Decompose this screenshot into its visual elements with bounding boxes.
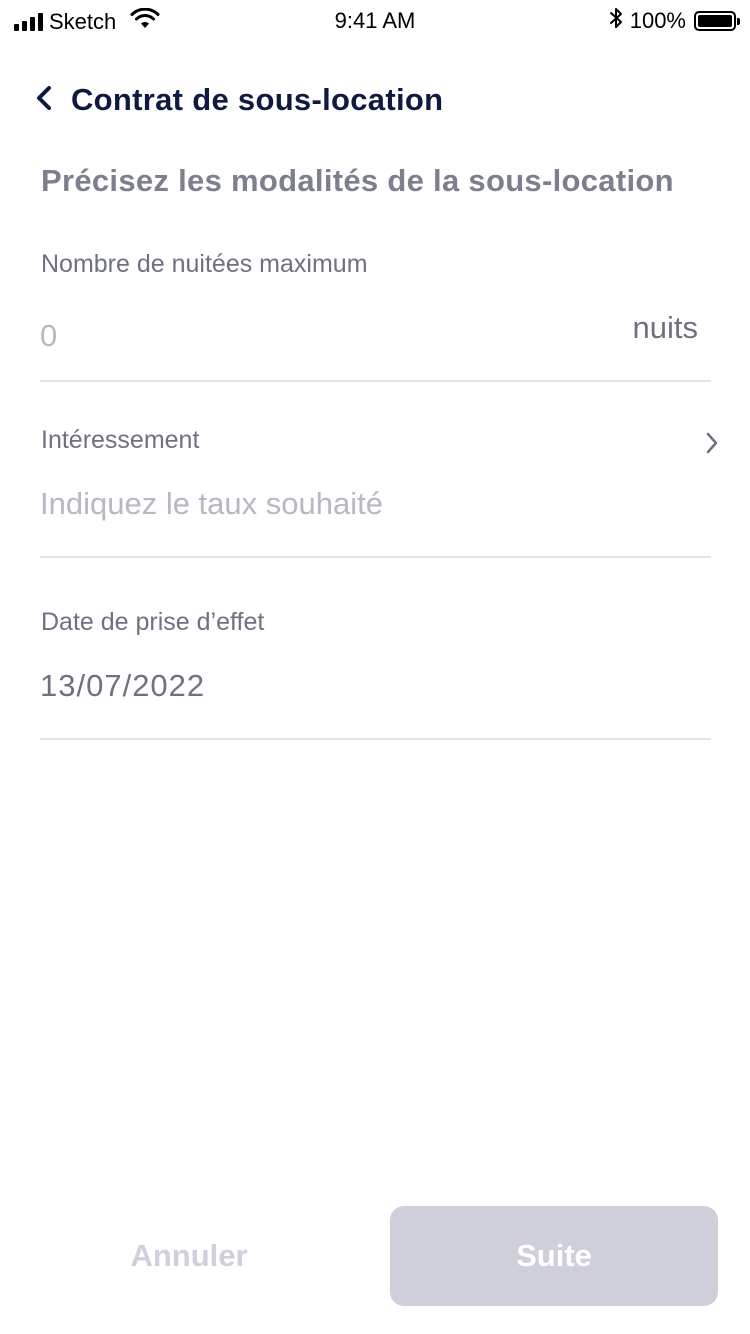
battery-icon xyxy=(694,11,740,31)
start-date-field[interactable]: Date de prise d’effet 13/07/2022 xyxy=(40,598,711,740)
start-date-label: Date de prise d’effet xyxy=(41,608,265,636)
nights-label: Nombre de nuitées maximum xyxy=(41,250,368,278)
interest-field[interactable]: Intéressement Indiquez le taux souhaité xyxy=(40,416,718,558)
page-title: Contrat de sous-location xyxy=(71,82,444,117)
nav-bar: Contrat de sous-location xyxy=(0,70,750,134)
interest-input[interactable]: Indiquez le taux souhaité xyxy=(40,486,383,522)
bluetooth-icon xyxy=(608,6,624,36)
chevron-right-icon[interactable] xyxy=(701,428,723,458)
start-date-input[interactable]: 13/07/2022 xyxy=(40,668,205,704)
section-heading: Précisez les modalités de la sous-locati… xyxy=(41,163,674,198)
nights-unit: nuits xyxy=(632,310,698,345)
interest-label: Intéressement xyxy=(41,426,200,454)
nights-field[interactable]: Nombre de nuitées maximum 0 nuits xyxy=(40,240,711,382)
status-bar-right: 100% xyxy=(608,6,740,36)
next-button[interactable]: Suite xyxy=(390,1206,718,1306)
nights-input[interactable]: 0 xyxy=(40,318,57,354)
status-bar: Sketch 9:41 AM 100% xyxy=(0,0,750,40)
cancel-button[interactable]: Annuler xyxy=(32,1206,346,1306)
back-button[interactable] xyxy=(26,80,62,120)
chevron-left-icon xyxy=(35,85,53,116)
battery-percent: 100% xyxy=(629,8,686,33)
